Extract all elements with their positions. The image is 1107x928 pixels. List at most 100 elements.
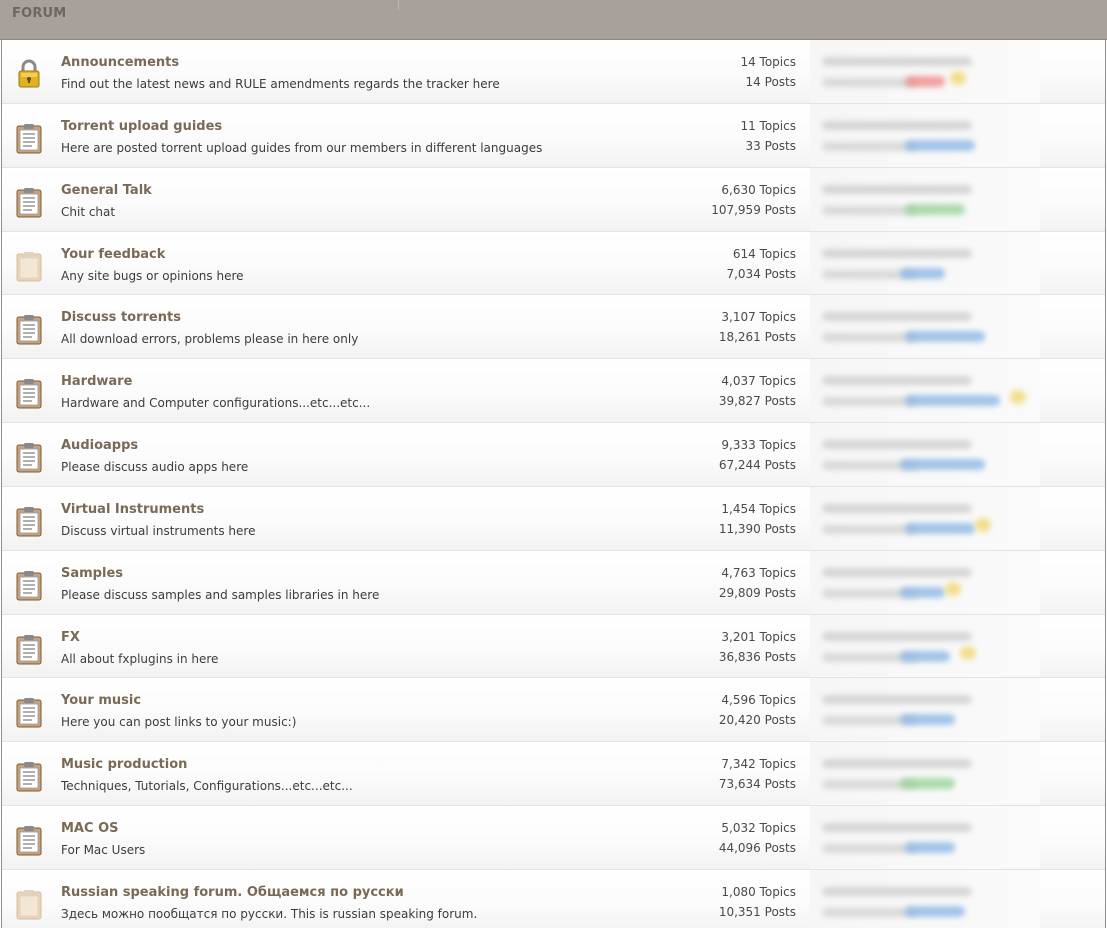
forum-row[interactable]: Music production Techniques, Tutorials, C… — [2, 742, 1105, 807]
posts-count: 7,034 Posts — [726, 266, 796, 281]
forum-row[interactable]: Samples Please discuss samples and sample… — [2, 550, 1105, 615]
forum-row[interactable]: Russian speaking forum. Общаемся по русс… — [2, 869, 1105, 928]
topics-count: 14 Topics — [740, 55, 796, 69]
clipboard-icon — [15, 186, 43, 218]
last-post-blurred — [810, 359, 1040, 423]
forum-row[interactable]: Your music Here you can post links to you… — [2, 678, 1105, 743]
forum-row[interactable]: Your feedback Any site bugs or opinions h… — [2, 231, 1105, 296]
forum-title-link[interactable]: Your music — [61, 693, 141, 708]
posts-count: 33 Posts — [745, 138, 796, 153]
header-separator — [398, 0, 399, 10]
forum-row[interactable]: Announcements Find out the latest news an… — [2, 40, 1105, 104]
clipboard-icon — [15, 696, 43, 728]
last-post-blurred — [810, 869, 1040, 928]
last-post-blurred — [810, 486, 1040, 550]
clipboard-icon — [15, 505, 43, 537]
forum-description: Здесь можно пообщатся по русски. This is… — [61, 906, 478, 921]
posts-count: 14 Posts — [745, 75, 796, 89]
topics-count: 5,032 Topics — [721, 821, 796, 836]
forum-title-link[interactable]: Hardware — [61, 374, 132, 389]
topics-count: 9,333 Topics — [721, 438, 796, 453]
posts-count: 29,809 Posts — [718, 585, 796, 600]
forum-description: Hardware and Computer configurations...e… — [61, 396, 371, 411]
topics-count: 4,037 Topics — [721, 374, 796, 389]
posts-count: 44,096 Posts — [718, 841, 796, 856]
topics-count: 4,763 Topics — [721, 565, 796, 580]
forum-row[interactable]: Audioapps Please discuss audio apps here 9… — [2, 423, 1105, 487]
last-post-blurred — [810, 806, 1040, 869]
forum-description: Discuss virtual instruments here — [61, 523, 256, 538]
posts-count: 20,420 Posts — [718, 713, 796, 728]
forum-title-link[interactable]: Virtual Instruments — [61, 502, 204, 517]
last-post-blurred — [810, 295, 1040, 359]
forum-row[interactable]: FX All about fxplugins in here 3,201 Topic… — [2, 614, 1105, 679]
last-post-blurred — [810, 742, 1040, 806]
topics-count: 1,080 Topics — [721, 884, 796, 899]
forum-description: Chit chat — [61, 204, 116, 219]
topics-count: 11 Topics — [740, 118, 796, 133]
clipboard-icon — [15, 824, 43, 856]
last-post-blurred — [810, 550, 1040, 614]
forum-title-link[interactable]: Your feedback — [61, 247, 165, 262]
last-post-blurred — [810, 231, 1040, 295]
topics-count: 6,630 Topics — [721, 182, 796, 197]
lock-icon — [15, 58, 43, 90]
forum-title-link[interactable]: Samples — [61, 566, 123, 581]
clipboard-icon — [15, 377, 43, 409]
forum-title-link[interactable]: Discuss torrents — [61, 310, 181, 325]
forum-title-link[interactable]: Audioapps — [61, 438, 138, 453]
clipboard-icon — [15, 441, 43, 473]
forum-header-title: FORUM — [12, 6, 67, 21]
forum-row[interactable]: Hardware Hardware and Computer configurat… — [2, 359, 1105, 424]
forum-description: All about fxplugins in here — [61, 651, 219, 666]
forum-description: Find out the latest news and RULE amendm… — [61, 77, 500, 91]
forum-row[interactable]: Discuss torrents All download errors, pro… — [2, 295, 1105, 360]
last-post-blurred — [810, 103, 1040, 167]
forum-title-link[interactable]: General Talk — [61, 183, 152, 198]
posts-count: 11,390 Posts — [718, 521, 796, 536]
last-post-blurred — [810, 423, 1040, 486]
posts-count: 18,261 Posts — [718, 330, 796, 345]
clipboard-icon — [15, 760, 43, 792]
forum-row[interactable]: Virtual Instruments Discuss virtual instr… — [2, 486, 1105, 551]
last-post-blurred — [810, 614, 1040, 678]
posts-count: 107,959 Posts — [711, 202, 796, 217]
forum-description: Here you can post links to your music:) — [61, 715, 297, 730]
forum-description: Techniques, Tutorials, Configurations...… — [61, 779, 353, 794]
forum-description: For Mac Users — [61, 843, 146, 858]
topics-count: 3,201 Topics — [721, 629, 796, 644]
clipboard-icon — [15, 122, 43, 154]
posts-count: 39,827 Posts — [718, 394, 796, 409]
posts-count: 10,351 Posts — [718, 904, 796, 919]
last-post-blurred — [810, 678, 1040, 742]
forum-title-link[interactable]: Russian speaking forum. Общаемся по русс… — [61, 885, 404, 900]
forum-description: Here are posted torrent upload guides fr… — [61, 140, 543, 155]
forum-description: Please discuss audio apps here — [61, 460, 249, 475]
forum-description: All download errors, problems please in … — [61, 332, 359, 347]
clipboard-icon — [15, 569, 43, 601]
posts-count: 67,244 Posts — [718, 458, 796, 473]
clipboard-faded-icon — [15, 888, 43, 920]
forum-title-link[interactable]: FX — [61, 630, 80, 645]
topics-count: 1,454 Topics — [721, 501, 796, 516]
forum-title-link[interactable]: MAC OS — [61, 821, 118, 836]
forum-row[interactable]: MAC OS For Mac Users 5,032 Topics 44,096 Po… — [2, 806, 1105, 870]
clipboard-icon — [15, 633, 43, 665]
forum-title-link[interactable]: Announcements — [61, 55, 179, 70]
last-post-blurred — [810, 167, 1040, 231]
forum-description: Please discuss samples and samples libra… — [61, 587, 380, 602]
topics-count: 7,342 Topics — [721, 757, 796, 772]
forum-description: Any site bugs or opinions here — [61, 268, 244, 283]
clipboard-icon — [15, 313, 43, 345]
posts-count: 36,836 Posts — [718, 649, 796, 664]
clipboard-faded-icon — [15, 250, 43, 282]
forum-title-link[interactable]: Torrent upload guides — [61, 119, 222, 134]
forum-row[interactable]: Torrent upload guides Here are posted tor… — [2, 103, 1105, 168]
last-post-blurred — [810, 40, 1040, 103]
forum-list: Announcements Find out the latest news an… — [1, 40, 1106, 928]
posts-count: 73,634 Posts — [718, 777, 796, 792]
forum-header: FORUM — [0, 0, 1107, 40]
topics-count: 614 Topics — [732, 246, 796, 261]
forum-title-link[interactable]: Music production — [61, 757, 187, 772]
forum-row[interactable]: General Talk Chit chat 6,630 Topics 107,959… — [2, 167, 1105, 232]
